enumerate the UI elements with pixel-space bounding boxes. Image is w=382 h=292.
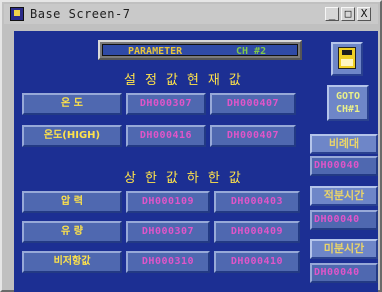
row-label-resistivity: 비저항값 <box>22 251 122 273</box>
parameter-label: PARAMETER <box>128 46 183 57</box>
close-button[interactable]: X <box>357 7 371 21</box>
restore-button[interactable]: □ <box>341 7 355 21</box>
row-label-temperature: 온 도 <box>22 93 122 115</box>
goto-ch1-button[interactable]: GOTO CH#1 <box>327 85 369 121</box>
upper-limit-resistivity[interactable]: DH000310 <box>126 251 210 273</box>
proportional-band-button[interactable]: 비례대 <box>310 134 378 154</box>
derivative-time-value[interactable]: DH00040 <box>310 263 378 283</box>
set-value-temperature[interactable]: DH000307 <box>126 93 206 115</box>
hmi-window: Base Screen-7 _ □ X PARAMETER CH #2 설정값현… <box>0 0 382 292</box>
current-section-title: 설정값현재값 <box>124 73 250 88</box>
window-title: Base Screen-7 <box>30 7 131 21</box>
lower-limit-resistivity[interactable]: DH000410 <box>214 251 300 273</box>
upper-limit-pressure[interactable]: DH000109 <box>126 191 210 213</box>
hmi-screen: PARAMETER CH #2 설정값현재값 온 도 DH000307 DH00… <box>14 31 378 292</box>
lower-limit-pressure[interactable]: DH000403 <box>214 191 300 213</box>
lower-limit-flow[interactable]: DH000409 <box>214 221 300 243</box>
row-label-flow: 유 량 <box>22 221 122 243</box>
parameter-header: PARAMETER CH #2 <box>98 40 302 60</box>
present-value-temperature-high: DH000407 <box>210 125 296 147</box>
goto-channel-label: CH#1 <box>335 104 361 115</box>
upper-limit-flow[interactable]: DH000307 <box>126 221 210 243</box>
row-label-temperature-high: 온도(HIGH) <box>22 125 122 147</box>
app-icon <box>10 7 24 21</box>
integral-time-value[interactable]: DH00040 <box>310 210 378 230</box>
disk-icon <box>338 47 356 69</box>
derivative-time-button[interactable]: 미분시간 <box>310 239 378 259</box>
proportional-band-value[interactable]: DH00040 <box>310 156 378 176</box>
row-label-pressure: 압 력 <box>22 191 122 213</box>
set-value-temperature-high[interactable]: DH000416 <box>126 125 206 147</box>
minimize-button[interactable]: _ <box>325 7 339 21</box>
integral-time-button[interactable]: 적분시간 <box>310 186 378 206</box>
title-bar: Base Screen-7 _ □ X <box>4 4 378 24</box>
limit-section-title: 상한값하한값 <box>124 171 250 186</box>
channel-label: CH #2 <box>236 46 267 57</box>
save-button[interactable] <box>331 42 363 76</box>
present-value-temperature: DH000407 <box>210 93 296 115</box>
goto-label: GOTO <box>335 91 361 102</box>
